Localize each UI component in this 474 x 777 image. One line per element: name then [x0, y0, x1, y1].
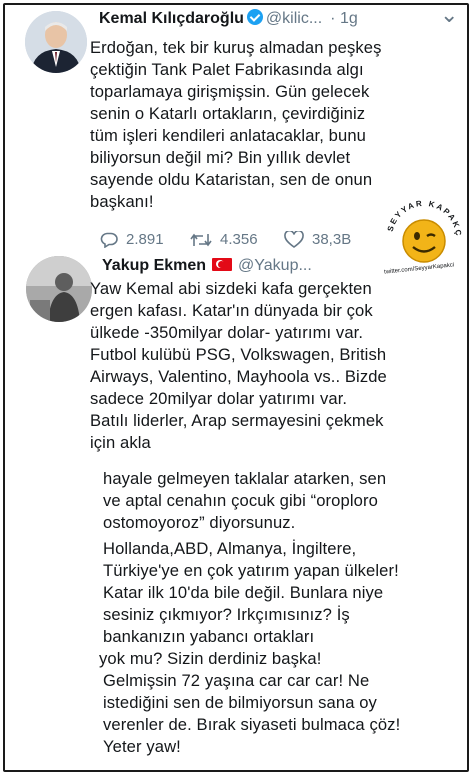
- verified-badge-icon: [246, 9, 263, 25]
- tweet-text: Yaw Kemal abi sizdeki kafa gerçekten erg…: [90, 278, 462, 454]
- tweet-line: Airways, Valentino, Mayhoola vs.. Bizde: [90, 367, 387, 386]
- turkey-flag-icon: [212, 258, 233, 271]
- tweet-line: verenler de. Bırak siyaseti bulmaca çöz!: [103, 715, 401, 734]
- tweet-line: çektiğin Tank Palet Fabrikasında algı: [90, 60, 364, 79]
- tweet-time[interactable]: · 1g: [330, 10, 358, 27]
- avatar-kemal[interactable]: [25, 11, 87, 73]
- author-handle[interactable]: @kilic...: [266, 10, 322, 27]
- tweet-text-continued: hayale gelmeyen taklalar atarken, sen ve…: [99, 468, 465, 758]
- tweet-line: ve aptal cenahın çocuk gibi “oroploro: [103, 491, 378, 510]
- reply-icon: [100, 232, 118, 248]
- tweet-line: toparlamaya girişmişsin. Gün gelecek: [90, 82, 370, 101]
- portrait-image: [25, 11, 87, 73]
- tweet-yakup[interactable]: Yakup Ekmen @Yakup... Yaw Kemal abi sizde…: [0, 250, 474, 770]
- tweet-line: Futbol kulübü PSG, Volkswagen, British: [90, 345, 387, 364]
- tweet-header: Kemal Kılıçdaroğlu @kilic... · 1g: [99, 9, 358, 28]
- author-name[interactable]: Yakup Ekmen: [102, 257, 206, 274]
- tweet-line: için akla: [90, 433, 151, 452]
- tweet-line: ostomoyoroz” diyorsunuz.: [103, 513, 296, 532]
- tweet-line: hayale gelmeyen taklalar atarken, sen: [103, 469, 387, 488]
- tweet-line: Erdoğan, tek bir kuruş almadan peşkeş: [90, 38, 382, 57]
- tweet-line: bankanızın yabancı ortakları: [103, 627, 315, 646]
- tweet-line: senin o Katarlı ortakların, çevirdiğiniz: [90, 104, 366, 123]
- retweet-button[interactable]: 4.356: [190, 231, 258, 248]
- avatar-yakup[interactable]: [26, 256, 92, 322]
- retweet-count: 4.356: [220, 231, 258, 248]
- retweet-icon: [190, 233, 212, 246]
- tweet-line: Yaw Kemal abi sizdeki kafa gerçekten: [90, 279, 372, 298]
- tweet-line: ülkede -350milyar dolar- yatırımı var.: [90, 323, 364, 342]
- tweet-line: tüm işleri kendileri anlatacaklar, bunu: [90, 126, 366, 145]
- author-name[interactable]: Kemal Kılıçdaroğlu: [99, 10, 244, 27]
- tweet-line: biliyorsun değil mi? Bin yıllık devlet: [90, 148, 351, 167]
- tweet-line: Hollanda,ABD, Almanya, İngiltere,: [103, 539, 357, 558]
- tweet-header: Yakup Ekmen @Yakup...: [102, 257, 312, 275]
- like-button[interactable]: 38,3B: [284, 231, 351, 248]
- tweet-line: sesiniz çıkmıyor? Irkçımısınız? İş: [103, 605, 350, 624]
- tweet-line: sadece 20milyar dolar yatırımı var.: [90, 389, 348, 408]
- heart-icon: [284, 231, 304, 248]
- tweet-line: ergen kafası. Katar'ın dünyada bir çok: [90, 301, 373, 320]
- tweet-line: istediğini sen de bilmiyorsun sana oy: [103, 693, 377, 712]
- author-handle[interactable]: @Yakup...: [238, 257, 312, 274]
- tweet-line: Türkiye'ye en çok yatırım yapan ülkeler!: [103, 561, 399, 580]
- tweet-line: Gelmişsin 72 yaşına car car car! Ne: [103, 671, 370, 690]
- profile-photo-image: [26, 256, 92, 322]
- reply-button[interactable]: 2.891: [100, 231, 164, 248]
- tweet-line: sayende oldu Kataristan, sen de onun: [90, 170, 373, 189]
- like-count: 38,3B: [312, 231, 352, 248]
- tweet-line: yok mu? Sizin derdiniz başka!: [99, 649, 322, 668]
- tweet-text: Erdoğan, tek bir kuruş almadan peşkeş çe…: [90, 37, 462, 213]
- tweet-line: Katar ilk 10'da bile değil. Bunlara niye: [103, 583, 384, 602]
- tweet-line: Yeter yaw!: [103, 737, 181, 756]
- reply-count: 2.891: [126, 231, 164, 248]
- tweet-line: Batılı liderler, Arap sermayesini çekmek: [90, 411, 384, 430]
- more-options-icon[interactable]: ⌄: [440, 4, 458, 26]
